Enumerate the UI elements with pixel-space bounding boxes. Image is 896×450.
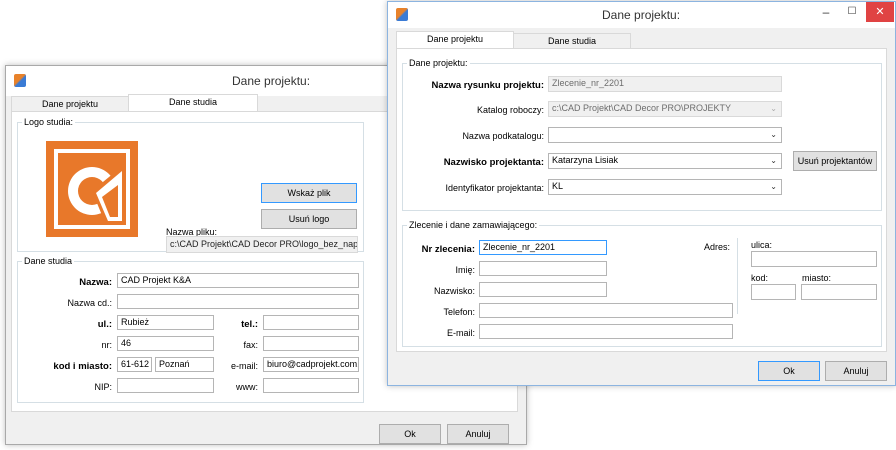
chevron-down-icon: ⌄	[770, 104, 777, 113]
phone-label: Telefon:	[443, 307, 475, 317]
dialog-title: Dane projektu:	[232, 74, 311, 88]
remove-logo-button[interactable]: Usuń logo	[261, 209, 357, 229]
street-label: ul.:	[97, 319, 112, 330]
project-group-title: Dane projektu:	[407, 58, 470, 68]
city-label: kod i miasto:	[53, 361, 112, 372]
choose-file-button[interactable]: Wskaż plik	[261, 183, 357, 203]
dialog-title: Dane projektu:	[602, 8, 681, 22]
email-field[interactable]: biuro@cadprojekt.com.pl	[263, 357, 359, 372]
tab-studio-data[interactable]: Dane studia	[513, 33, 631, 49]
logo-group: Logo studia: Wskaż plik Usuń logo Nazwa …	[17, 117, 364, 253]
app-icon	[14, 74, 26, 87]
nr-label: nr:	[101, 340, 112, 350]
www-field[interactable]	[263, 378, 359, 393]
order-email-label: E-mail:	[446, 328, 475, 338]
ok-button[interactable]: Ok	[758, 361, 820, 381]
firstname-label: Imię:	[455, 265, 475, 275]
lastname-label: Nazwisko:	[433, 286, 475, 296]
street-label: ulica:	[751, 240, 773, 250]
city-field[interactable]: Poznań	[155, 357, 214, 372]
file-name-field[interactable]: c:\CAD Projekt\CAD Decor PRO\logo_bez_na…	[166, 236, 358, 253]
order-group: Zlecenie i dane zamawiającego: Nr zlecen…	[402, 220, 882, 347]
order-nr-label: Nr zlecenia:	[421, 244, 475, 255]
order-group-title: Zlecenie i dane zamawiającego:	[407, 220, 540, 230]
order-email-field[interactable]	[479, 324, 733, 339]
studio-logo-image	[46, 141, 138, 237]
name-label: Nazwa:	[79, 277, 112, 288]
drawing-name-field[interactable]: Zlecenie_nr_2201	[548, 76, 782, 92]
work-dir-value: c:\CAD Projekt\CAD Decor PRO\PROJEKTY	[552, 103, 732, 113]
tel-label: tel.:	[241, 319, 258, 330]
cancel-button[interactable]: Anuluj	[447, 424, 509, 444]
address-label: Adres:	[704, 242, 731, 252]
nip-field[interactable]	[117, 378, 214, 393]
address-divider	[737, 238, 738, 314]
designer-id-value: KL	[552, 181, 564, 191]
project-dialog-titlebar[interactable]: Dane projektu: – ☐ ✕	[388, 2, 895, 28]
project-data-group: Dane projektu: Nazwa rysunku projektu: Z…	[402, 58, 882, 211]
studio-group-title: Dane studia	[22, 256, 75, 266]
tab-studio-data[interactable]: Dane studia	[128, 94, 258, 112]
postal-label: kod:	[751, 273, 769, 283]
city-label: miasto:	[802, 273, 832, 283]
project-tab-pane: Dane projektu: Nazwa rysunku projektu: Z…	[396, 48, 887, 352]
address-street-field[interactable]	[751, 251, 877, 267]
remove-designers-button[interactable]: Usuń projektantów	[793, 151, 877, 171]
chevron-down-icon: ⌄	[770, 182, 777, 191]
address-postal-field[interactable]	[751, 284, 796, 300]
tab-project-data[interactable]: Dane projektu	[11, 96, 129, 112]
maximize-button[interactable]: ☐	[840, 2, 864, 22]
order-nr-field[interactable]: Zlecenie_nr_2201	[479, 240, 607, 255]
designer-id-combo[interactable]: KL ⌄	[548, 179, 782, 195]
lastname-field[interactable]	[479, 282, 607, 297]
tab-project-data[interactable]: Dane projektu	[396, 31, 514, 49]
drawing-name-label: Nazwa rysunku projektu:	[431, 80, 544, 91]
address-city-field[interactable]	[801, 284, 877, 300]
email-label: e-mail:	[230, 361, 258, 371]
designer-label: Nazwisko projektanta:	[443, 157, 544, 168]
chevron-down-icon: ⌄	[770, 156, 777, 165]
subdir-combo[interactable]: ⌄	[548, 127, 782, 143]
app-icon	[396, 8, 408, 21]
fax-field[interactable]	[263, 336, 359, 351]
postal-code-field[interactable]: 61-612	[117, 357, 152, 372]
fax-label: fax:	[243, 340, 258, 350]
nip-label: NIP:	[94, 382, 112, 392]
phone-field[interactable]	[479, 303, 733, 318]
designer-combo[interactable]: Katarzyna Lisiak ⌄	[548, 153, 782, 169]
ok-button[interactable]: Ok	[379, 424, 441, 444]
subdir-label: Nazwa podkatalogu:	[462, 131, 544, 141]
logo-group-title: Logo studia:	[22, 117, 76, 127]
www-label: www:	[236, 382, 258, 392]
work-dir-combo[interactable]: c:\CAD Projekt\CAD Decor PRO\PROJEKTY ⌄	[548, 101, 782, 117]
designer-value: Katarzyna Lisiak	[552, 155, 619, 165]
close-button[interactable]: ✕	[866, 2, 894, 22]
chevron-down-icon: ⌄	[770, 130, 777, 139]
studio-name2-field[interactable]	[117, 294, 359, 309]
studio-data-group: Dane studia Nazwa: CAD Projekt K&A Nazwa…	[17, 256, 364, 403]
work-dir-label: Katalog roboczy:	[476, 105, 544, 115]
designer-id-label: Identyfikator projektanta:	[445, 183, 544, 193]
nr-field[interactable]: 46	[117, 336, 214, 351]
project-dialog: Dane projektu: – ☐ ✕ Dane projektu Dane …	[387, 1, 896, 386]
street-field[interactable]: Rubież	[117, 315, 214, 330]
name2-label: Nazwa cd.:	[67, 298, 112, 308]
studio-name-field[interactable]: CAD Projekt K&A	[117, 273, 359, 288]
tel-field[interactable]	[263, 315, 359, 330]
cancel-button[interactable]: Anuluj	[825, 361, 887, 381]
minimize-button[interactable]: –	[814, 2, 838, 22]
firstname-field[interactable]	[479, 261, 607, 276]
